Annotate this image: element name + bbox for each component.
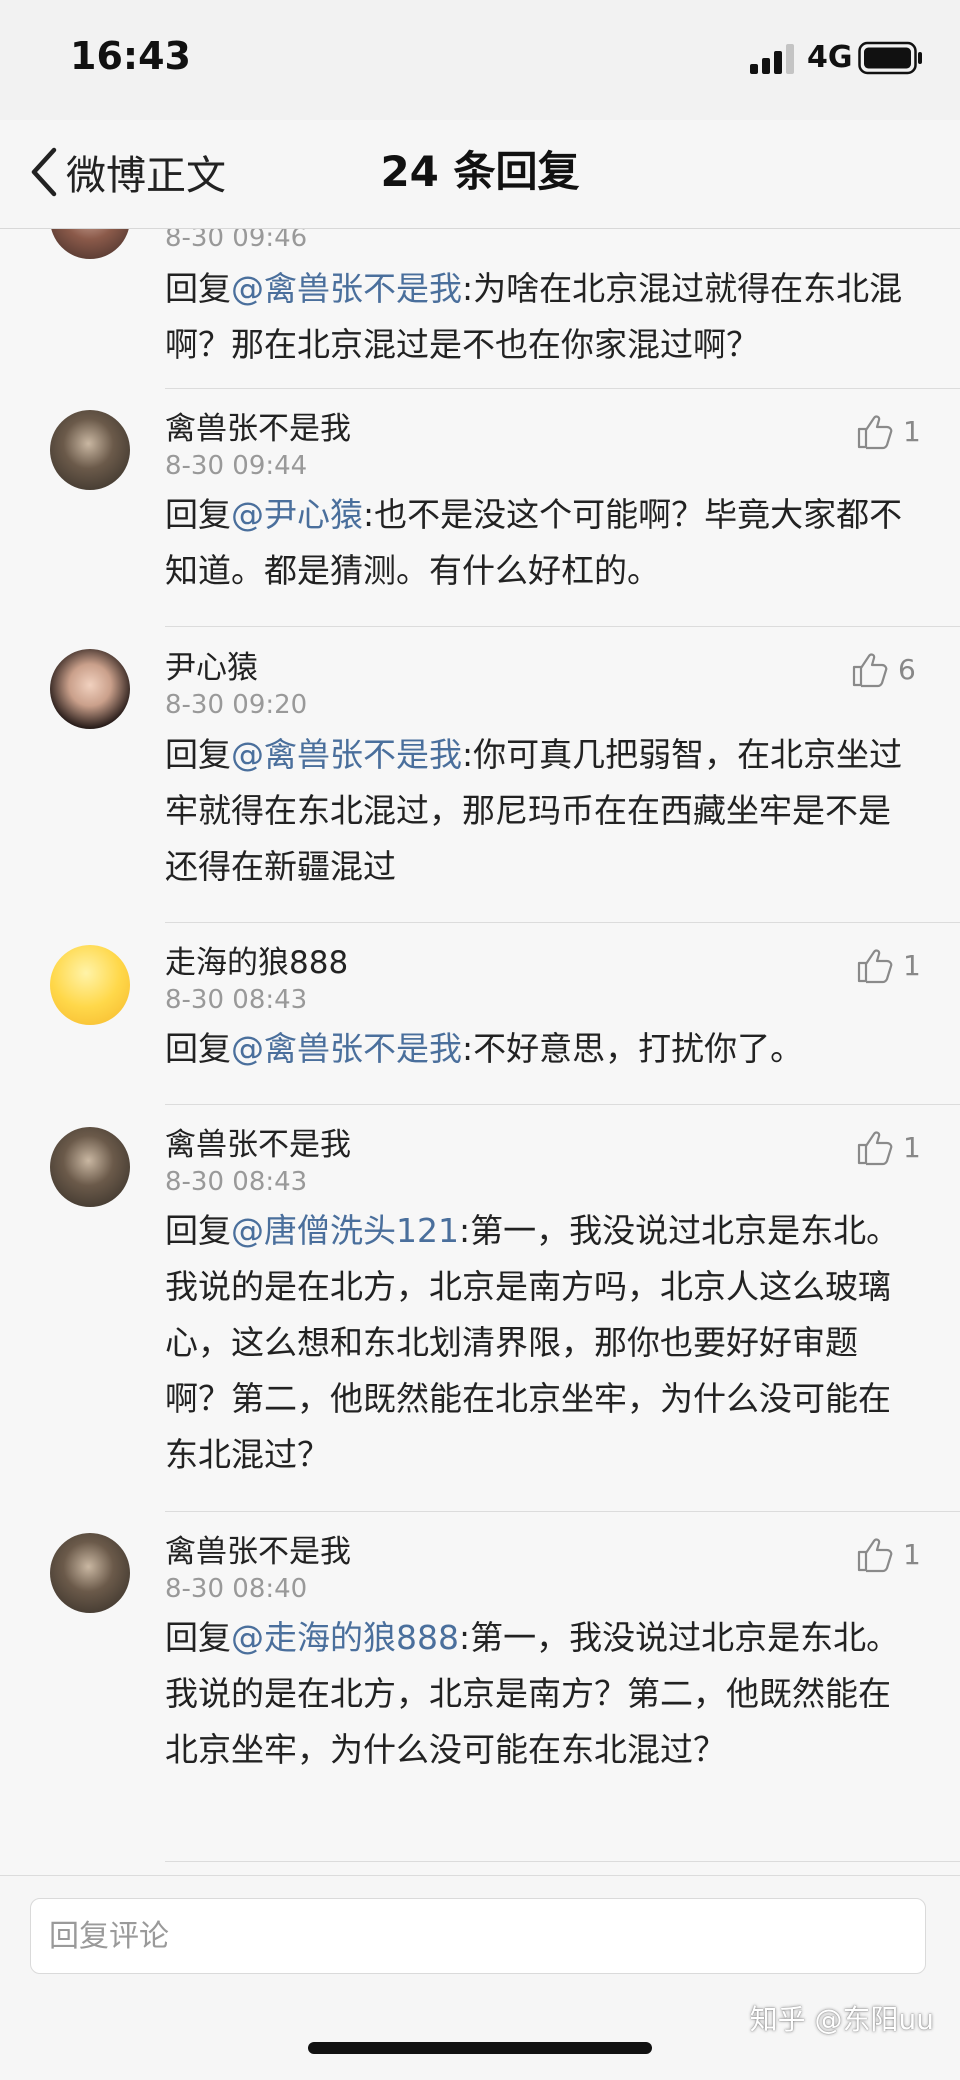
like-count: 1 (903, 948, 921, 982)
thumbs-up-icon (852, 653, 888, 688)
divider (165, 1861, 960, 1862)
comment-text: 回复@禽兽张不是我:不好意思，打扰你了。 (165, 1021, 905, 1077)
list-item: 禽兽张不是我 8-30 09:44 1 回复@尹心猿:也不是没这个可能啊？毕竟大… (0, 389, 960, 627)
comment-text: 回复@禽兽张不是我:你可真几把弱智，在北京坐过牢就得在东北混过，那尼玛币在在西藏… (165, 727, 905, 895)
watermark: 知乎 @东阳uu (749, 2003, 934, 2036)
comment-text: 回复@唐僧洗头121:第一，我没说过北京是东北。我说的是在北方，北京是南方吗，北… (165, 1203, 905, 1483)
status-time: 16:43 (70, 34, 191, 78)
comment-time: 8-30 08:40 (165, 1574, 308, 1604)
reply-prefix: 回复 (165, 269, 231, 308)
user-name[interactable]: 走海的狼888 (165, 943, 348, 983)
list-item: 禽兽张不是我 8-30 08:40 1 回复@走海的狼888:第一，我没说过北京… (0, 1512, 960, 1862)
comment-time: 8-30 09:46 (165, 229, 308, 253)
comment-text: 回复@走海的狼888:第一，我没说过北京是东北。我说的是在北方，北京是南方？第二… (165, 1610, 905, 1778)
user-name[interactable]: 禽兽张不是我 (165, 1125, 351, 1165)
like-button[interactable]: 1 (855, 411, 921, 451)
avatar[interactable] (50, 410, 130, 490)
reply-list[interactable]: 8-30 09:46 回复@禽兽张不是我:为啥在北京混过就得在东北混啊？那在北京… (0, 229, 960, 1875)
like-count: 1 (903, 414, 921, 448)
nav-bar: 微博正文 24 条回复 (0, 120, 960, 229)
mention-link[interactable]: @禽兽张不是我 (231, 1029, 462, 1068)
comment-body: :不好意思，打扰你了。 (462, 1029, 804, 1068)
mention-link[interactable]: @禽兽张不是我 (231, 269, 462, 308)
reply-prefix: 回复 (165, 1211, 231, 1250)
like-button[interactable]: 6 (850, 649, 916, 689)
user-name[interactable]: 尹心猿 (165, 648, 258, 688)
reply-input[interactable]: 回复评论 (30, 1898, 926, 1974)
mention-link[interactable]: @尹心猿 (231, 495, 363, 534)
like-button[interactable]: 1 (855, 945, 921, 985)
thumbs-up-icon (857, 949, 893, 984)
comment-text: 回复@禽兽张不是我:为啥在北京混过就得在东北混啊？那在北京混过是不也在你家混过啊… (165, 261, 905, 373)
avatar[interactable] (50, 229, 130, 259)
like-count: 1 (903, 1130, 921, 1164)
like-button[interactable]: 1 (855, 1534, 921, 1574)
status-bar: 16:43 4G (0, 0, 960, 120)
thumbs-up-icon (857, 1538, 893, 1573)
reply-prefix: 回复 (165, 735, 231, 774)
like-count: 6 (898, 652, 916, 686)
comment-time: 8-30 09:44 (165, 451, 308, 481)
list-item: 禽兽张不是我 8-30 08:43 1 回复@唐僧洗头121:第一，我没说过北京… (0, 1105, 960, 1512)
network-type: 4G (807, 40, 853, 75)
comment-text: 回复@尹心猿:也不是没这个可能啊？毕竟大家都不知道。都是猜测。有什么好杠的。 (165, 487, 905, 599)
reply-prefix: 回复 (165, 495, 231, 534)
battery-icon (858, 41, 922, 75)
comment-time: 8-30 08:43 (165, 985, 308, 1015)
mention-link[interactable]: @走海的狼888 (231, 1618, 459, 1657)
like-count: 1 (903, 1537, 921, 1571)
composer-bar: 回复评论 知乎 @东阳uu (0, 1875, 960, 2080)
home-indicator[interactable] (308, 2042, 652, 2054)
avatar[interactable] (50, 649, 130, 729)
user-name[interactable]: 禽兽张不是我 (165, 1532, 351, 1572)
reply-prefix: 回复 (165, 1618, 231, 1657)
page-title: 24 条回复 (380, 147, 580, 196)
thumbs-up-icon (857, 1131, 893, 1166)
like-button[interactable]: 1 (855, 1127, 921, 1167)
avatar[interactable] (50, 1127, 130, 1207)
avatar[interactable] (50, 1533, 130, 1613)
comment-time: 8-30 09:20 (165, 690, 308, 720)
mention-link[interactable]: @禽兽张不是我 (231, 735, 462, 774)
user-name[interactable]: 禽兽张不是我 (165, 409, 351, 449)
list-item: 尹心猿 8-30 09:20 6 回复@禽兽张不是我:你可真几把弱智，在北京坐过… (0, 627, 960, 923)
list-item: 8-30 09:46 回复@禽兽张不是我:为啥在北京混过就得在东北混啊？那在北京… (0, 229, 960, 389)
mention-link[interactable]: @唐僧洗头121 (231, 1211, 459, 1250)
signal-icon (750, 44, 794, 74)
thumbs-up-icon (857, 415, 893, 450)
avatar[interactable] (50, 945, 130, 1025)
reply-prefix: 回复 (165, 1029, 231, 1068)
comment-time: 8-30 08:43 (165, 1167, 308, 1197)
list-item: 走海的狼888 8-30 08:43 1 回复@禽兽张不是我:不好意思，打扰你了… (0, 923, 960, 1105)
comment-body: :第一，我没说过北京是东北。我说的是在北方，北京是南方吗，北京人这么玻璃心，这么… (165, 1211, 900, 1474)
